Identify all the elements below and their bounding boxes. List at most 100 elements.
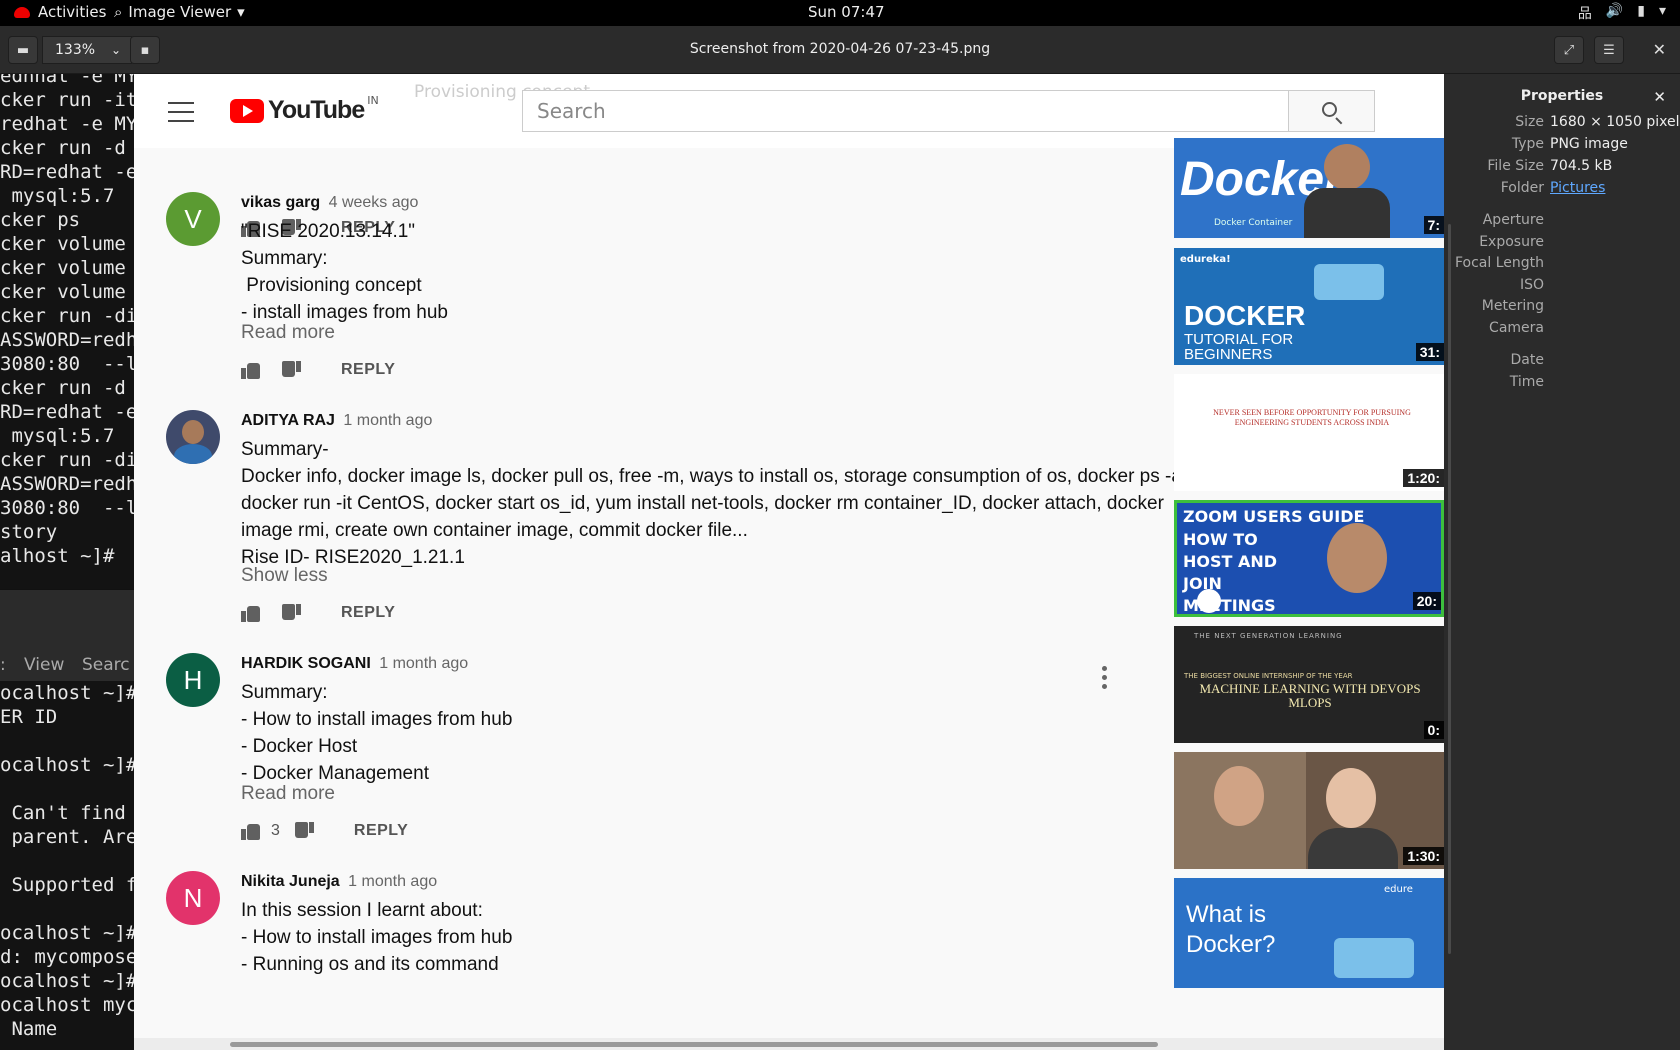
- property-row: Metering: [1444, 298, 1680, 318]
- close-properties-button[interactable]: ✕: [1653, 88, 1666, 106]
- comment-author-line: HARDIK SOGANI 1 month ago: [241, 655, 468, 673]
- video-duration: 31:: [1415, 343, 1444, 361]
- comment-actions: 3 REPLY: [241, 819, 408, 843]
- reply-button: REPLY: [353, 822, 409, 839]
- property-key: Metering: [1481, 298, 1544, 314]
- folder-link[interactable]: Pictures: [1550, 180, 1605, 196]
- thumbs-down-icon: [281, 361, 301, 379]
- avatar: N: [166, 871, 220, 925]
- properties-title: Properties: [1520, 88, 1604, 104]
- thumbs-down-icon: [281, 604, 301, 622]
- hamburger-menu-icon: [168, 102, 194, 129]
- thumbnail-subtitle: Docker Container: [1214, 218, 1293, 228]
- terminal-menu-dot: :: [0, 655, 6, 675]
- fullscreen-button[interactable]: ⤢: [1554, 36, 1584, 64]
- property-key: Type: [1511, 136, 1544, 152]
- property-key: Folder: [1500, 180, 1544, 196]
- comment-author-line: ADITYA RAJ 1 month ago: [241, 412, 432, 430]
- youtube-logo-text: YouTube: [268, 96, 365, 124]
- horizontal-scrollbar[interactable]: [134, 1038, 1444, 1050]
- thumbnail-title: DOCKER: [1184, 300, 1306, 331]
- property-row: Exposure: [1444, 234, 1680, 254]
- magnifier-icon: ⌕: [114, 3, 123, 21]
- property-row: ISO: [1444, 277, 1680, 297]
- property-key: File Size: [1487, 158, 1544, 174]
- comment-text: In this session I learnt about: - How to…: [241, 900, 513, 975]
- system-tray[interactable]: 品 🔊 ▮ ▾: [1578, 3, 1666, 23]
- like-count: 3: [271, 822, 280, 839]
- app-menu-label: Image Viewer: [128, 3, 232, 21]
- property-row: Size 1680 × 1050 pixels: [1444, 114, 1680, 134]
- thumbs-up-icon: [241, 361, 261, 379]
- comment-actions: REPLY: [241, 358, 395, 382]
- zoom-level-value: 133%: [55, 42, 96, 58]
- avatar-photo: [166, 410, 220, 464]
- close-window-button[interactable]: ✕: [1653, 40, 1666, 59]
- caret-down-icon: ▾: [1658, 3, 1666, 19]
- youtube-logo: YouTube IN: [230, 94, 379, 125]
- property-value: 704.5 kB: [1550, 158, 1613, 174]
- comment-text: "RISE 2020.13.14.1" Summary: Provisionin…: [241, 221, 448, 323]
- video-duration: 0:: [1423, 721, 1444, 739]
- reply-button: REPLY: [341, 361, 396, 378]
- video-thumbnail: ZOOM USERS GUIDE HOW TO HOST AND JOIN ME…: [1174, 500, 1444, 617]
- zoom-in-button[interactable]: ▪: [130, 36, 160, 64]
- comment-author: vikas garg: [241, 194, 321, 211]
- thumbnail-subtitle: THE BIGGEST ONLINE INTERNSHIP OF THE YEA…: [1184, 672, 1353, 680]
- youtube-header: Provisioning concept YouTube IN Search: [134, 74, 1444, 148]
- terminal-menu-search[interactable]: Searc: [82, 653, 130, 677]
- youtube-play-icon: [230, 98, 264, 123]
- comment-author-line: Nikita Juneja 1 month ago: [241, 873, 437, 891]
- youtube-country-code: IN: [367, 94, 379, 107]
- comment-actions: REPLY: [241, 601, 395, 625]
- chevron-down-icon: ⌄: [110, 43, 121, 57]
- property-key: Size: [1515, 114, 1544, 130]
- system-top-bar: Activities ⌕ Image Viewer ▾ Sun 07:47 品 …: [0, 0, 1680, 26]
- comment-text: Summary- Docker info, docker image ls, d…: [241, 439, 1187, 568]
- zoom-out-button[interactable]: ▬: [8, 36, 38, 64]
- clock[interactable]: Sun 07:47: [808, 3, 885, 21]
- thumbnail-title: MACHINE LEARNING WITH DEVOPS MLOPS: [1199, 681, 1421, 710]
- background-terminal: ednhat -e MY cker run -it redhat -e MY c…: [0, 74, 134, 1050]
- avatar: H: [166, 653, 220, 707]
- youtube-search-input: Search: [522, 90, 1289, 132]
- activities-label: Activities: [38, 3, 107, 21]
- terminal-menu-bar: : View Searc: [0, 589, 134, 681]
- terminal-menu-view[interactable]: View: [24, 653, 64, 677]
- property-row: Focal Length: [1444, 255, 1680, 275]
- comment-age: 4 weeks ago: [328, 194, 419, 211]
- terminal-output-bottom: ocalhost ~]# ER ID ocalhost ~]# Can't fi…: [0, 682, 134, 1040]
- app-menu-button[interactable]: ⌕ Image Viewer ▾: [114, 3, 245, 21]
- comment-author-line: vikas garg 4 weeks ago: [241, 194, 418, 212]
- thumbnail-brand: edure: [1384, 884, 1413, 895]
- comment-text: Summary: - How to install images from hu…: [241, 682, 513, 784]
- image-canvas[interactable]: Provisioning concept YouTube IN Search R…: [134, 74, 1444, 1038]
- comment-age: 1 month ago: [348, 873, 438, 890]
- video-duration: 20:: [1412, 592, 1441, 610]
- comment-author: ADITYA RAJ: [241, 412, 335, 429]
- read-more-link: Read more: [241, 783, 335, 804]
- menu-button[interactable]: ☰: [1594, 36, 1624, 64]
- window-title: Screenshot from 2020-04-26 07-23-45.png: [689, 41, 991, 57]
- thumbnail-title: What is Docker?: [1186, 901, 1276, 958]
- show-less-link: Show less: [241, 565, 328, 586]
- thumbnail-title: NEVER SEEN BEFORE OPPORTUNITY FOR PURSUI…: [1213, 408, 1411, 427]
- thumbnail-title: ZOOM USERS GUIDE: [1183, 507, 1365, 526]
- zoom-level-dropdown[interactable]: 133% ⌄: [42, 36, 132, 64]
- search-icon: [1322, 102, 1337, 117]
- thumbnail-subtitle: TUTORIAL FOR BEGINNERS: [1184, 331, 1294, 363]
- read-more-link: Read more: [241, 322, 335, 343]
- property-key: Camera: [1489, 320, 1544, 336]
- avatar: V: [166, 192, 220, 246]
- video-thumbnail: NEVER SEEN BEFORE OPPORTUNITY FOR PURSUI…: [1174, 374, 1444, 491]
- property-key: Time: [1509, 374, 1544, 390]
- activities-button[interactable]: Activities: [14, 3, 106, 21]
- video-thumbnail: Docker Docker Container 7:: [1174, 138, 1444, 238]
- thumbs-up-icon: [241, 604, 261, 622]
- comment-age: 1 month ago: [379, 655, 469, 672]
- property-key: Exposure: [1479, 234, 1544, 250]
- redhat-logo-icon: [14, 6, 30, 18]
- video-thumbnail: edure What is Docker?: [1174, 878, 1444, 988]
- video-duration: 7:: [1423, 216, 1444, 234]
- thumbnail-brand: edureka!: [1180, 254, 1231, 265]
